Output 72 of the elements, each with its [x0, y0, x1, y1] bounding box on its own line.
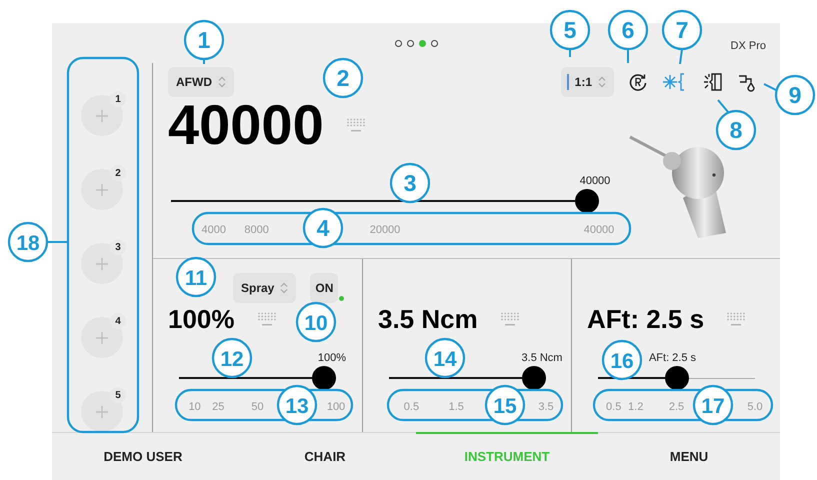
callout-number: 9 [774, 74, 816, 116]
setting-value: 3.5 Ncm [378, 302, 478, 336]
leader-line [627, 49, 629, 63]
slot-number: 1 [110, 91, 126, 107]
tick-label: 40000 [584, 223, 614, 238]
plus-icon [96, 184, 108, 196]
callout-number: 17 [692, 384, 734, 426]
tick-label: 1.2 [628, 400, 644, 415]
mode-selector[interactable]: AFWD [168, 67, 234, 97]
callout-number: 1 [184, 20, 224, 60]
slider-value: 3.5 Ncm [522, 351, 562, 366]
nav-tab[interactable]: DEMO USER [52, 433, 234, 480]
tick-label: 5.0 [747, 400, 763, 415]
tick-label: 4000 [202, 223, 226, 238]
tick-label: 20000 [370, 223, 400, 238]
tick-label: 8000 [244, 223, 269, 238]
device-name: DX Pro [730, 39, 766, 54]
callout-number: 4 [302, 208, 344, 248]
callout-number: 14 [424, 338, 466, 378]
plus-icon [96, 110, 108, 122]
slot-number: 2 [110, 165, 126, 181]
callout-number: 12 [212, 338, 252, 378]
chevron-icon [280, 282, 288, 294]
slider-thumb[interactable] [575, 189, 599, 213]
leader-line [679, 48, 683, 64]
ratio-selector[interactable]: 1:1 [560, 67, 614, 97]
callout-number: 6 [608, 10, 648, 50]
spray-selector[interactable]: Spray [233, 273, 296, 303]
callout-number: 2 [322, 58, 364, 98]
speed-value: 40000 [168, 97, 324, 153]
callout-number: 11 [176, 256, 216, 298]
tick-label: 3.5 [538, 400, 554, 415]
tick-label: 0.5 [606, 400, 622, 415]
tick-label: 50 [251, 400, 264, 415]
slider-thumb[interactable] [522, 366, 546, 390]
callout-number: 10 [296, 302, 336, 342]
rotation-icon[interactable] [628, 72, 648, 92]
callout-number: 16 [602, 340, 642, 380]
light-icon[interactable] [702, 72, 724, 92]
leader-line [47, 241, 68, 243]
slot-number: 4 [110, 313, 126, 329]
setting-value: AFt: 2.5 s [587, 302, 704, 336]
callout-number: 3 [390, 162, 430, 204]
leader-line [764, 83, 776, 91]
plus-icon [96, 406, 108, 418]
callout-number: 18 [8, 222, 48, 262]
tick-label: 1.5 [448, 400, 464, 415]
callout-number: 15 [484, 384, 526, 426]
slider-thumb[interactable] [312, 366, 336, 390]
leader-line [717, 99, 729, 113]
nav-tab[interactable]: CHAIR [234, 433, 416, 480]
tick-label: 0.5 [404, 400, 420, 415]
chevron-icon [218, 76, 226, 88]
callout-number: 5 [550, 10, 590, 50]
slider-value: AFt: 2.5 s [648, 351, 696, 366]
callout-number: 8 [716, 110, 756, 150]
tick-label: 100 [326, 400, 346, 415]
slot-number: 5 [110, 387, 126, 403]
tick-label: 10 [188, 400, 201, 415]
tick-label: 2.5 [668, 400, 684, 415]
slider-thumb[interactable] [664, 366, 688, 390]
tick-label: 25 [212, 400, 224, 415]
setting-value: 100% [168, 302, 234, 336]
plus-icon [96, 258, 108, 270]
chevron-icon [598, 76, 606, 88]
slider-value: 100% [318, 351, 346, 366]
callout-number: 7 [662, 10, 702, 50]
plus-icon [96, 332, 108, 344]
callout-number: 13 [276, 384, 318, 426]
slider-value: 40000 [580, 174, 610, 189]
nav-tab[interactable]: MENU [598, 433, 780, 480]
slot-number: 3 [110, 239, 126, 255]
